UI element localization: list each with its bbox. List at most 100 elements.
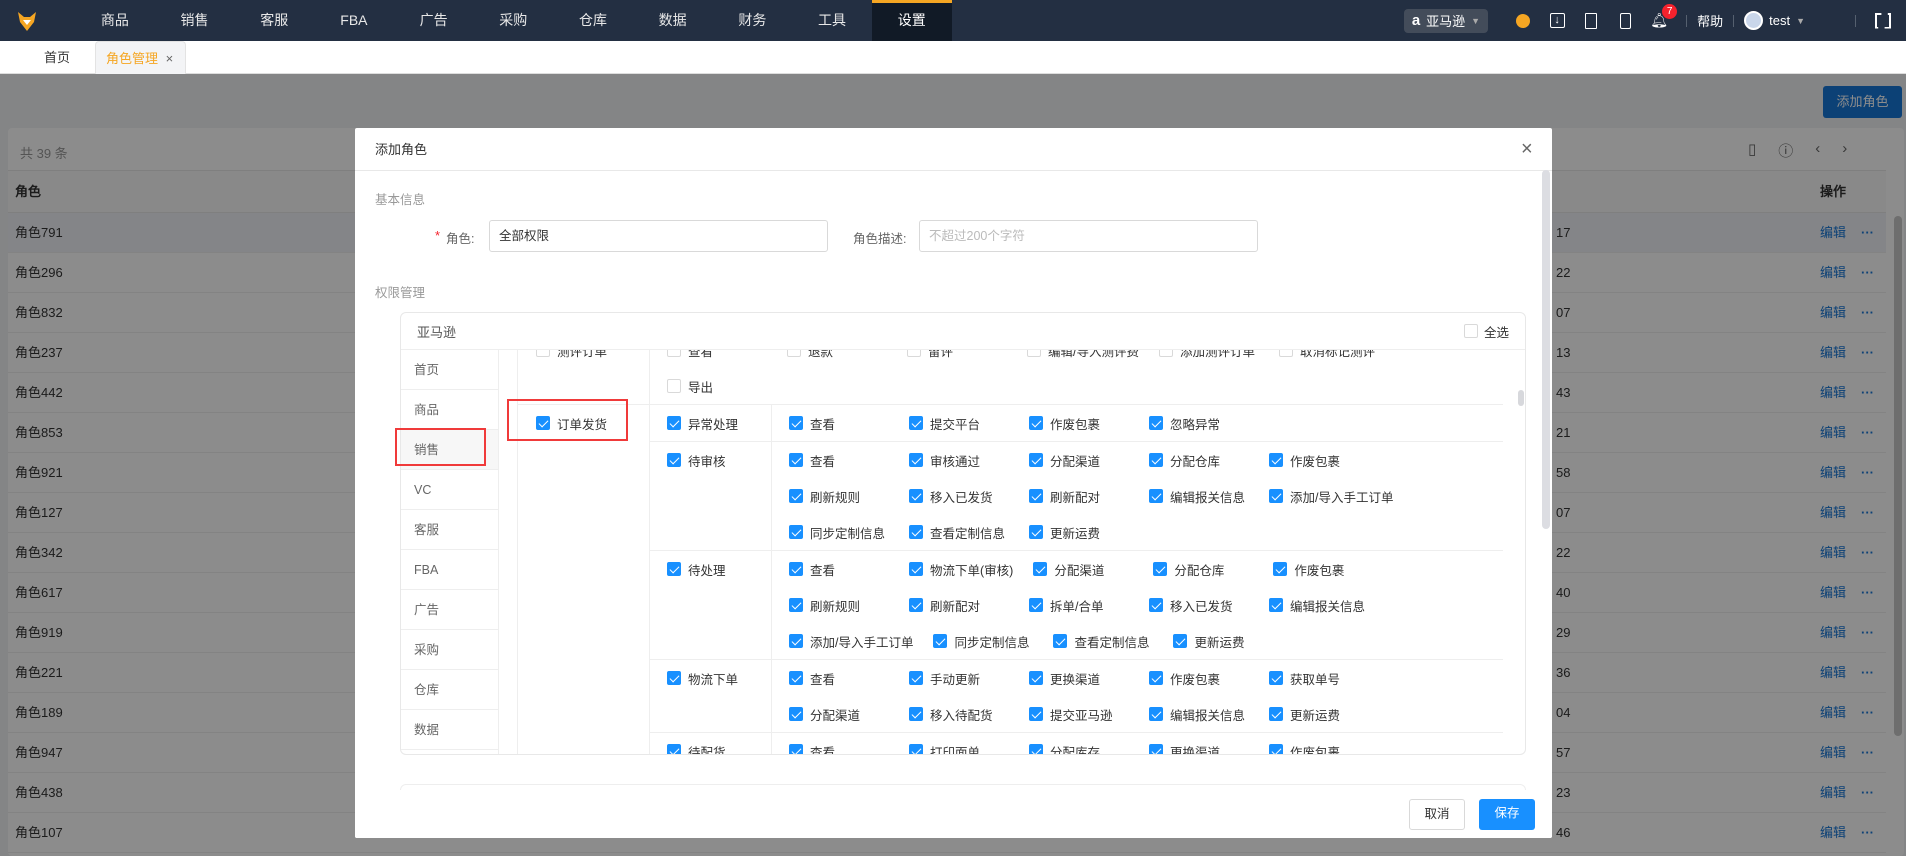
module-menu-item[interactable]: 采购 (401, 630, 498, 670)
module-menu-item[interactable]: 广告 (401, 590, 498, 630)
select-all-checkbox[interactable]: 全选 (1463, 322, 1509, 341)
checkbox[interactable] (1029, 525, 1043, 539)
panel-scrollbar-track[interactable] (1503, 350, 1525, 754)
checkbox[interactable] (1273, 562, 1288, 576)
role-name-input[interactable]: 全部权限 (489, 220, 828, 252)
permission-checkbox[interactable]: 查看定制信息 (1053, 623, 1173, 659)
permission-checkbox[interactable]: 编辑报关信息 (1269, 587, 1389, 623)
checkbox[interactable] (1269, 707, 1283, 721)
checkbox[interactable] (789, 562, 803, 576)
module-menu-item[interactable]: 数据 (401, 710, 498, 750)
tab-role-management[interactable]: 角色管理 × (95, 41, 186, 74)
checkbox[interactable] (1029, 598, 1043, 612)
nav-item[interactable]: 销售 (155, 0, 235, 41)
logo-icon[interactable] (5, 0, 49, 41)
checkbox[interactable] (787, 350, 801, 357)
permission-checkbox[interactable]: 留评 (907, 350, 1027, 368)
permission-checkbox[interactable]: 查看 (789, 442, 909, 478)
user-menu[interactable]: test ▼ (1744, 11, 1805, 30)
module-menu-item[interactable]: VC (401, 470, 498, 510)
role-description-input[interactable]: 不超过200个字符 (919, 220, 1258, 252)
checkbox[interactable] (536, 350, 550, 357)
checkbox[interactable] (789, 416, 803, 430)
checkbox[interactable] (907, 350, 921, 357)
permission-checkbox[interactable]: 同步定制信息 (933, 623, 1053, 659)
checkbox[interactable] (1278, 350, 1293, 357)
permission-checkbox[interactable]: 添加测评订单 (1158, 350, 1279, 368)
checkbox[interactable] (1173, 634, 1188, 648)
permission-checkbox[interactable]: 查看 (789, 405, 909, 441)
permission-checkbox[interactable]: 同步定制信息 (789, 514, 909, 550)
checkbox[interactable] (789, 489, 803, 503)
permission-checkbox[interactable]: 忽略异常 (1149, 405, 1269, 441)
permission-checkbox[interactable]: 分配渠道 (1029, 442, 1149, 478)
permission-checkbox[interactable]: 作废包裹 (1149, 660, 1269, 696)
permission-checkbox[interactable]: 更新运费 (1173, 623, 1293, 659)
checkbox[interactable] (789, 453, 803, 467)
checkbox[interactable] (1269, 453, 1283, 467)
bell-icon[interactable]: 🔔︎ 7 (1650, 3, 1678, 30)
nav-item[interactable]: 设置 (871, 0, 952, 41)
permission-checkbox[interactable]: 提交平台 (909, 405, 1029, 441)
permission-checkbox[interactable]: 退款 (787, 350, 907, 368)
permission-checkbox[interactable]: 查看定制信息 (909, 514, 1029, 550)
download-icon[interactable]: ↓ (1548, 12, 1566, 30)
permission-checkbox[interactable]: 刷新规则 (789, 478, 909, 514)
cancel-button[interactable]: 取消 (1409, 799, 1465, 830)
permission-checkbox[interactable]: 作废包裹 (1029, 405, 1149, 441)
permission-checkbox[interactable]: 移入已发货 (1149, 587, 1269, 623)
tab-home[interactable]: 首页 (44, 41, 70, 74)
checkbox[interactable] (789, 707, 803, 721)
permission-checkbox[interactable]: 编辑/导入测评费 (1027, 350, 1159, 368)
checkbox[interactable] (667, 350, 681, 357)
fullscreen-icon[interactable] (1874, 12, 1892, 30)
permission-checkbox[interactable]: 异常处理 (667, 405, 787, 441)
checkbox[interactable] (933, 634, 948, 648)
module-menu-item[interactable]: 首页 (401, 350, 498, 390)
permission-checkbox[interactable]: 待配货 (667, 733, 787, 754)
permission-checkbox[interactable]: 待处理 (667, 551, 787, 587)
checkbox[interactable] (667, 562, 681, 576)
checkbox[interactable] (789, 525, 803, 539)
checkbox[interactable] (909, 598, 923, 612)
permission-checkbox[interactable]: 添加/导入手工订单 (789, 623, 933, 659)
permission-checkbox[interactable]: 编辑报关信息 (1149, 696, 1269, 732)
checkbox[interactable] (1029, 744, 1043, 754)
save-button[interactable]: 保存 (1479, 799, 1535, 830)
nav-item[interactable]: 数据 (633, 0, 713, 41)
permission-checkbox[interactable]: 刷新规则 (789, 587, 909, 623)
checkbox[interactable] (909, 707, 923, 721)
permission-checkbox[interactable]: 编辑报关信息 (1149, 478, 1269, 514)
checkbox[interactable] (1029, 416, 1043, 430)
help-link[interactable]: 帮助 (1697, 11, 1723, 30)
checkbox[interactable] (1149, 744, 1163, 754)
permission-checkbox[interactable]: 作废包裹 (1269, 442, 1389, 478)
permission-checkbox[interactable]: 物流下单 (667, 660, 787, 696)
permission-checkbox[interactable]: 查看 (789, 660, 909, 696)
nav-item[interactable]: 工具 (792, 0, 872, 41)
panel-scrollbar-thumb[interactable] (1518, 390, 1524, 406)
checkbox[interactable] (909, 525, 923, 539)
permission-checkbox[interactable]: 添加/导入手工订单 (1269, 478, 1413, 514)
module-menu-item[interactable]: 商品 (401, 390, 498, 430)
permission-checkbox[interactable]: 更换渠道 (1149, 733, 1269, 754)
permission-checkbox[interactable]: 导出 (667, 368, 787, 404)
checkbox[interactable] (1149, 489, 1163, 503)
permission-checkbox[interactable]: 查看 (789, 551, 909, 587)
checkbox[interactable] (789, 671, 803, 685)
checkbox[interactable] (1149, 453, 1163, 467)
checkbox[interactable] (667, 416, 681, 430)
checkbox[interactable] (1029, 489, 1043, 503)
permission-checkbox[interactable]: 测评订单 (536, 350, 656, 368)
checkbox[interactable] (1029, 707, 1043, 721)
checkbox[interactable] (909, 489, 923, 503)
checkbox[interactable] (1027, 350, 1041, 357)
checkbox[interactable] (789, 598, 803, 612)
checkbox[interactable] (909, 671, 923, 685)
permission-checkbox[interactable]: 分配仓库 (1149, 442, 1269, 478)
checkbox[interactable] (1269, 489, 1283, 503)
checkbox[interactable] (789, 744, 803, 754)
checkbox[interactable] (667, 379, 681, 393)
module-menu-item[interactable]: 客服 (401, 510, 498, 550)
permission-checkbox[interactable]: 更新运费 (1029, 514, 1149, 550)
